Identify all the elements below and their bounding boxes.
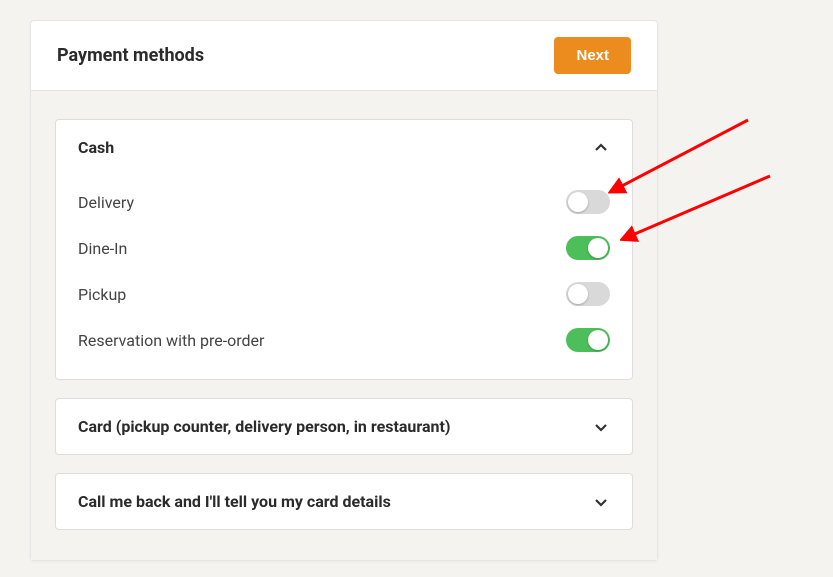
next-button[interactable]: Next bbox=[554, 37, 631, 74]
toggle-reservation[interactable] bbox=[566, 328, 610, 352]
section-callback-header[interactable]: Call me back and I'll tell you my card d… bbox=[56, 474, 632, 529]
section-card: Card (pickup counter, delivery person, i… bbox=[55, 398, 633, 455]
section-cash-title: Cash bbox=[78, 138, 114, 157]
card-header: Payment methods Next bbox=[31, 21, 657, 91]
toggle-delivery[interactable] bbox=[566, 190, 610, 214]
section-callback: Call me back and I'll tell you my card d… bbox=[55, 473, 633, 530]
toggle-row-reservation: Reservation with pre-order bbox=[78, 317, 610, 363]
toggle-pickup[interactable] bbox=[566, 282, 610, 306]
toggle-row-dinein: Dine-In bbox=[78, 225, 610, 271]
chevron-down-icon bbox=[592, 493, 610, 511]
chevron-down-icon bbox=[592, 418, 610, 436]
toggle-label: Dine-In bbox=[78, 239, 127, 258]
section-cash-body: Delivery Dine-In Pickup Reservation with… bbox=[56, 175, 632, 379]
toggle-label: Pickup bbox=[78, 285, 126, 304]
card-body: Cash Delivery Dine-In Pickup bbox=[31, 91, 657, 560]
section-callback-title: Call me back and I'll tell you my card d… bbox=[78, 492, 391, 511]
page-title: Payment methods bbox=[57, 45, 204, 66]
payment-methods-card: Payment methods Next Cash Delivery Dine-… bbox=[30, 20, 658, 561]
toggle-dinein[interactable] bbox=[566, 236, 610, 260]
chevron-up-icon bbox=[592, 139, 610, 157]
section-card-header[interactable]: Card (pickup counter, delivery person, i… bbox=[56, 399, 632, 454]
toggle-label: Reservation with pre-order bbox=[78, 331, 264, 350]
toggle-row-pickup: Pickup bbox=[78, 271, 610, 317]
toggle-label: Delivery bbox=[78, 193, 134, 212]
section-card-title: Card (pickup counter, delivery person, i… bbox=[78, 417, 451, 436]
toggle-row-delivery: Delivery bbox=[78, 179, 610, 225]
section-cash-header[interactable]: Cash bbox=[56, 120, 632, 175]
section-cash: Cash Delivery Dine-In Pickup bbox=[55, 119, 633, 380]
